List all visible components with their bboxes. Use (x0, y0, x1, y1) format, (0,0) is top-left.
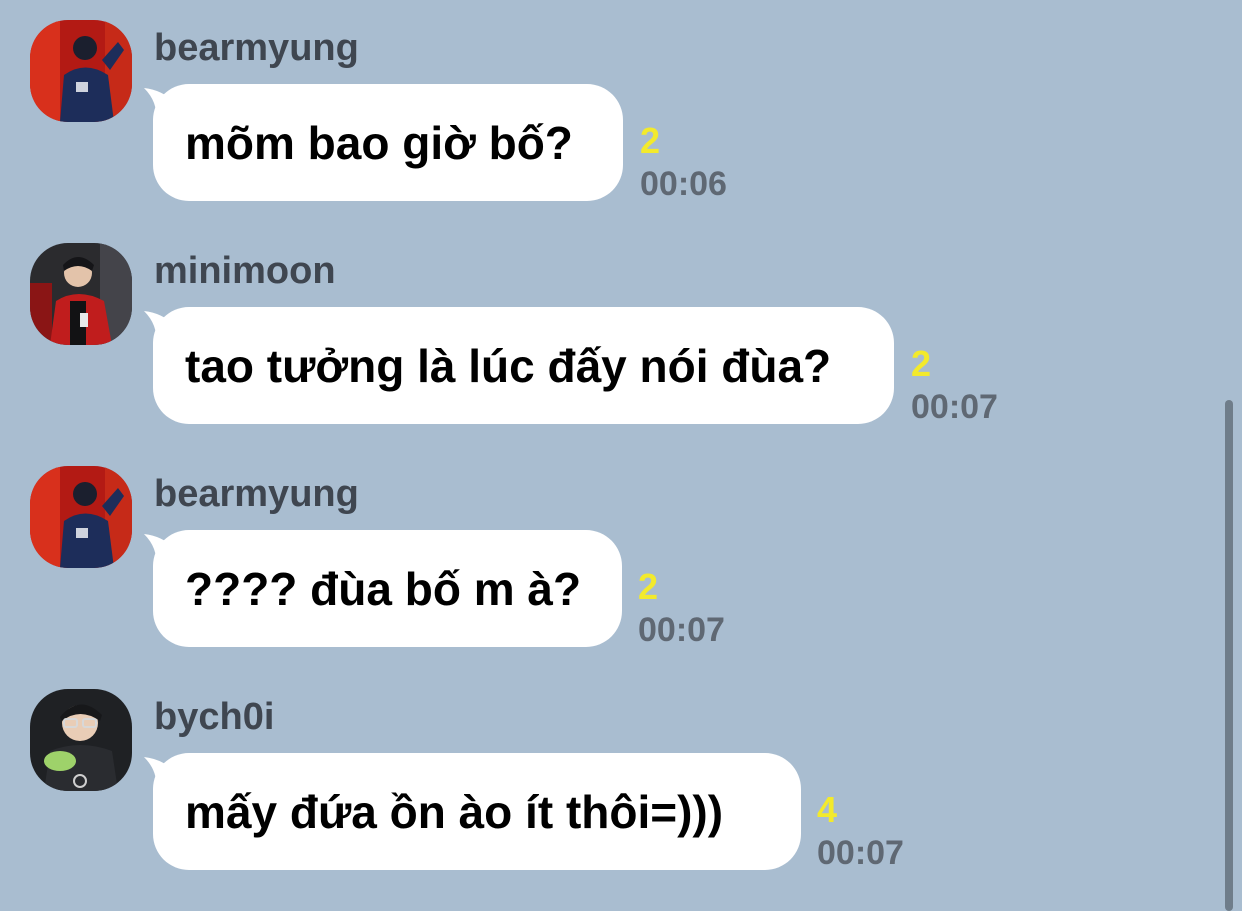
message-meta: 2 00:07 (911, 343, 998, 427)
chat-message: bych0i mấy đứa ồn ào ít thôi=))) 4 00:07 (0, 669, 1200, 872)
unread-count: 2 (911, 343, 932, 384)
avatar[interactable] (30, 466, 132, 568)
avatar-image (30, 689, 132, 791)
sender-name: minimoon (154, 250, 336, 292)
avatar[interactable] (30, 689, 132, 791)
message-time: 00:07 (817, 834, 904, 872)
avatar[interactable] (30, 243, 132, 345)
unread-count: 2 (640, 120, 661, 161)
message-time: 00:07 (911, 388, 998, 426)
unread-count: 2 (638, 566, 659, 607)
message-time: 00:06 (640, 165, 727, 203)
message-bubble[interactable]: tao tưởng là lúc đấy nói đùa? (153, 307, 894, 424)
message-bubble[interactable]: mấy đứa ồn ào ít thôi=))) (153, 753, 801, 870)
chat-message: bearmyung mõm bao giờ bố? 2 00:06 (0, 0, 1200, 203)
avatar-image (30, 466, 132, 568)
avatar-image (30, 243, 132, 345)
message-bubble[interactable]: mõm bao giờ bố? (153, 84, 623, 201)
sender-name: bearmyung (154, 27, 359, 69)
chat-message-list[interactable]: bearmyung mõm bao giờ bố? 2 00:06 minimo… (0, 0, 1242, 911)
sender-name: bearmyung (154, 473, 359, 515)
chat-message: minimoon tao tưởng là lúc đấy nói đùa? 2… (0, 223, 1200, 426)
message-meta: 2 00:06 (640, 120, 727, 204)
avatar-image (30, 20, 132, 122)
message-time: 00:07 (638, 611, 725, 649)
scrollbar[interactable] (1225, 400, 1233, 911)
unread-count: 4 (817, 789, 838, 830)
chat-message: bearmyung ???? đùa bố m à? 2 00:07 (0, 446, 1200, 649)
message-bubble[interactable]: ???? đùa bố m à? (153, 530, 622, 647)
message-meta: 2 00:07 (638, 566, 725, 650)
sender-name: bych0i (154, 696, 275, 738)
avatar[interactable] (30, 20, 132, 122)
message-meta: 4 00:07 (817, 789, 904, 873)
